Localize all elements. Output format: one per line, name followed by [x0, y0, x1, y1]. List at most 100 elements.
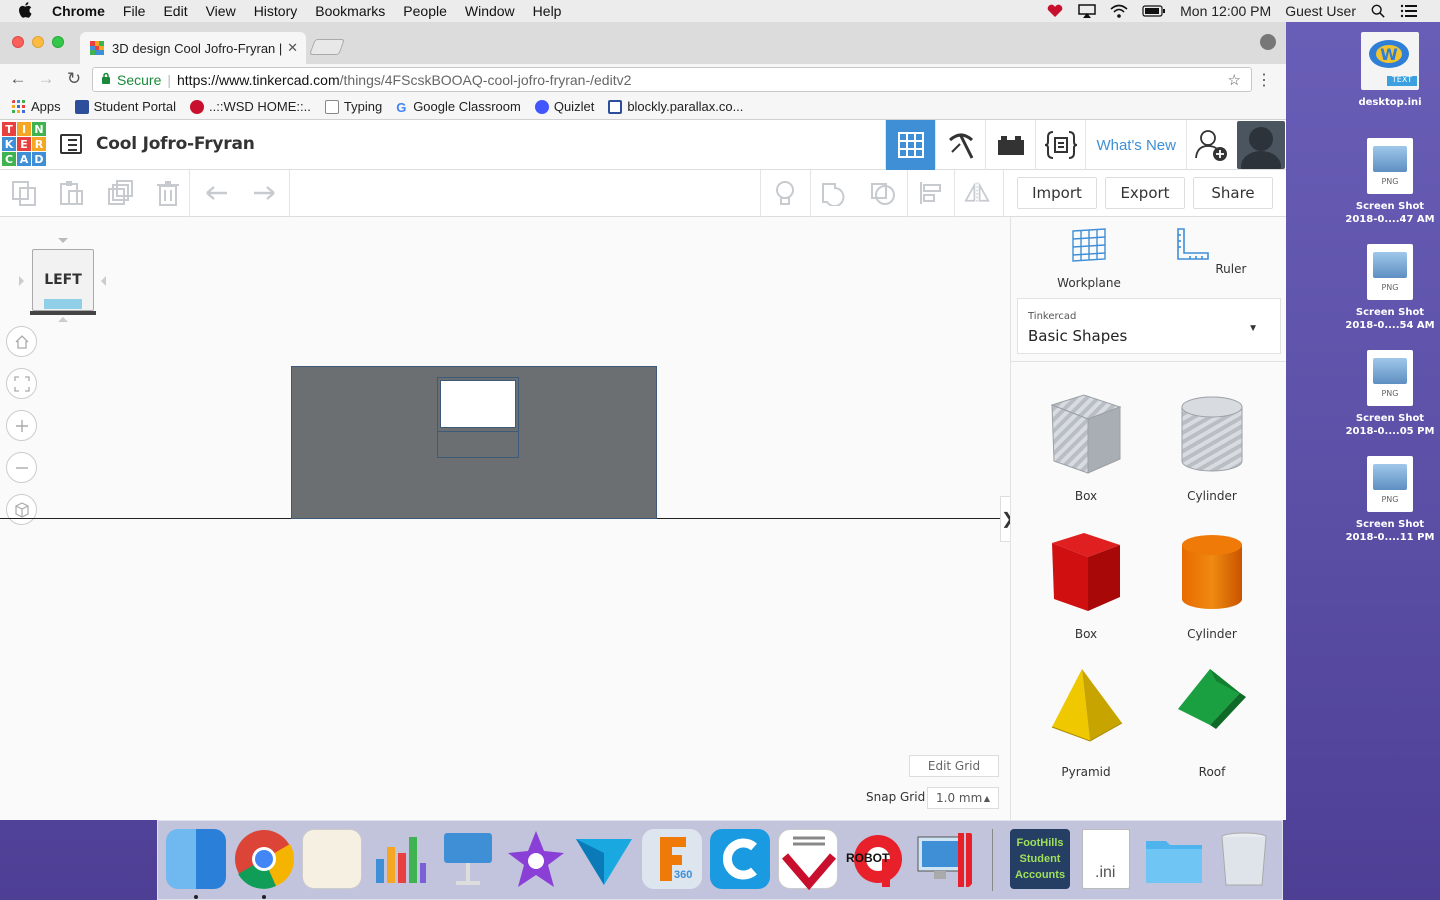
window-hole-shape[interactable]	[437, 377, 519, 458]
whats-new-link[interactable]: What's New	[1085, 120, 1186, 170]
menu-file[interactable]: File	[123, 3, 146, 19]
shape-cylinder[interactable]: Cylinder	[1157, 525, 1267, 641]
menu-bookmarks[interactable]: Bookmarks	[315, 3, 385, 19]
zoom-in-button[interactable]	[6, 410, 37, 441]
3d-design-view-button[interactable]	[885, 120, 936, 170]
desktop-icon-screenshot[interactable]: PNG Screen Shot 2018-0....05 PM	[1345, 350, 1435, 438]
share-button[interactable]: Share	[1193, 177, 1273, 209]
ini-file-dock-icon[interactable]: .ini	[1082, 829, 1130, 889]
shape-box[interactable]: Box	[1031, 525, 1141, 641]
bookmark-quizlet[interactable]: Quizlet	[534, 99, 594, 114]
user-avatar[interactable]	[1237, 121, 1285, 169]
notification-center-icon[interactable]	[1400, 4, 1418, 18]
imovie-dock-icon[interactable]	[506, 829, 566, 889]
cengage-dock-icon[interactable]	[710, 829, 770, 889]
spotlight-search-icon[interactable]	[1370, 4, 1386, 18]
align-icon[interactable]	[918, 180, 944, 206]
desktop-icon-screenshot[interactable]: PNG Screen Shot 2018-0....47 AM	[1345, 138, 1435, 226]
bookmark-apps[interactable]: Apps	[12, 99, 61, 114]
zoom-out-button[interactable]	[6, 452, 37, 483]
desktop-icon-screenshot[interactable]: PNG Screen Shot 2018-0....54 AM	[1345, 244, 1435, 332]
menu-help[interactable]: Help	[533, 3, 562, 19]
import-button[interactable]: Import	[1017, 177, 1097, 209]
bookmark-star-icon[interactable]: ☆	[1228, 71, 1241, 89]
folder-dock-icon[interactable]	[1144, 829, 1204, 889]
fit-view-button[interactable]	[6, 368, 37, 399]
shape-box-hole[interactable]: Box	[1031, 387, 1141, 503]
reload-icon[interactable]: ↻	[60, 69, 88, 89]
numbers-dock-icon[interactable]	[370, 829, 430, 889]
window-pane-shape[interactable]	[440, 380, 516, 428]
ungroup-icon[interactable]	[870, 180, 896, 206]
home-view-button[interactable]	[6, 326, 37, 357]
delete-icon[interactable]	[155, 180, 181, 206]
shape-roof[interactable]: Roof	[1157, 663, 1267, 779]
rotate-left-icon[interactable]	[18, 275, 26, 287]
menu-people[interactable]: People	[403, 3, 447, 19]
bricks-view-button[interactable]	[985, 120, 1035, 170]
back-arrow-icon[interactable]: ←	[4, 69, 32, 89]
minecraft-view-button[interactable]	[935, 120, 985, 170]
bookmark-blockly[interactable]: blockly.parallax.co...	[608, 99, 743, 114]
bookmark-google-classroom[interactable]: G Google Classroom	[396, 99, 521, 115]
shape-pyramid[interactable]: Pyramid	[1031, 663, 1141, 779]
airplay-icon[interactable]	[1078, 4, 1096, 18]
copy-icon[interactable]	[11, 180, 37, 206]
vectorworks-dock-icon[interactable]	[574, 829, 634, 889]
close-window-button[interactable]	[12, 36, 24, 48]
menubar-user[interactable]: Guest User	[1285, 3, 1356, 19]
pages-dock-icon[interactable]	[302, 829, 362, 889]
design-list-icon[interactable]	[60, 134, 82, 154]
rotate-up-icon[interactable]	[57, 237, 69, 245]
menu-edit[interactable]: Edit	[163, 3, 187, 19]
remote-desktop-dock-icon[interactable]	[914, 829, 974, 889]
keynote-dock-icon[interactable]	[438, 829, 498, 889]
battery-icon[interactable]	[1142, 4, 1166, 18]
profile-icon[interactable]	[1260, 34, 1276, 50]
tab-close-icon[interactable]: ✕	[287, 40, 298, 56]
ruler-tool[interactable]: Ruler	[1164, 225, 1254, 276]
bookmark-student-portal[interactable]: Student Portal	[74, 99, 176, 114]
bookmark-wsd-home[interactable]: ..::WSD HOME::..	[190, 99, 311, 114]
shape-cylinder-hole[interactable]: Cylinder	[1157, 387, 1267, 503]
menubar-clock[interactable]: Mon 12:00 PM	[1180, 3, 1271, 19]
bookmark-typing[interactable]: Typing	[324, 99, 382, 114]
wifi-icon[interactable]	[1110, 4, 1128, 18]
browser-tab[interactable]: 3D design Cool Jofro-Fryran | ✕	[80, 32, 306, 64]
redo-icon[interactable]	[251, 180, 277, 206]
export-button[interactable]: Export	[1105, 177, 1185, 209]
desktop-icon-screenshot[interactable]: PNG Screen Shot 2018-0....11 PM	[1345, 456, 1435, 544]
workplane-tool[interactable]: Workplane	[1044, 225, 1134, 290]
apple-icon[interactable]	[18, 1, 38, 21]
perspective-button[interactable]	[6, 494, 37, 525]
view-cube[interactable]: LEFT	[30, 249, 96, 315]
menu-history[interactable]: History	[254, 3, 298, 19]
zoom-window-button[interactable]	[52, 36, 64, 48]
menu-window[interactable]: Window	[465, 3, 515, 19]
rotate-right-icon[interactable]	[99, 275, 107, 287]
paste-icon[interactable]	[58, 180, 84, 206]
lightbulb-icon[interactable]	[772, 180, 798, 206]
tinkercad-logo[interactable]: T I N K E R C A D	[2, 122, 46, 166]
codeblocks-view-button[interactable]	[1035, 120, 1085, 170]
robot-dock-icon[interactable]: ROBOT	[846, 829, 906, 889]
3d-workspace[interactable]: LEFT ❯ Edit Grid Snap Grid 1.0 mm ▲	[0, 217, 1016, 820]
undo-icon[interactable]	[204, 180, 230, 206]
vernier-dock-icon[interactable]	[778, 829, 838, 891]
foothills-dock-icon[interactable]: FootHills Student Accounts	[1010, 829, 1070, 889]
rotate-down-icon[interactable]	[57, 315, 69, 323]
heart-app-icon[interactable]	[1046, 4, 1064, 18]
finder-dock-icon[interactable]	[166, 829, 226, 889]
invite-user-button[interactable]	[1186, 120, 1236, 170]
fusion-360-dock-icon[interactable]: 360	[642, 829, 702, 889]
trash-dock-icon[interactable]	[1214, 829, 1274, 889]
menu-app-name[interactable]: Chrome	[52, 3, 105, 19]
chrome-menu-icon[interactable]: ⋮	[1256, 70, 1272, 90]
forward-arrow-icon[interactable]: →	[32, 69, 60, 89]
snap-grid-select[interactable]: 1.0 mm ▲	[927, 787, 999, 809]
new-tab-button[interactable]	[309, 39, 345, 55]
edit-grid-button[interactable]: Edit Grid	[909, 755, 999, 777]
shape-library-select[interactable]: Tinkercad Basic Shapes ▼	[1017, 298, 1281, 354]
mirror-icon[interactable]	[964, 180, 990, 206]
address-bar[interactable]: Secure | https://www.tinkercad.com /thin…	[92, 67, 1252, 92]
